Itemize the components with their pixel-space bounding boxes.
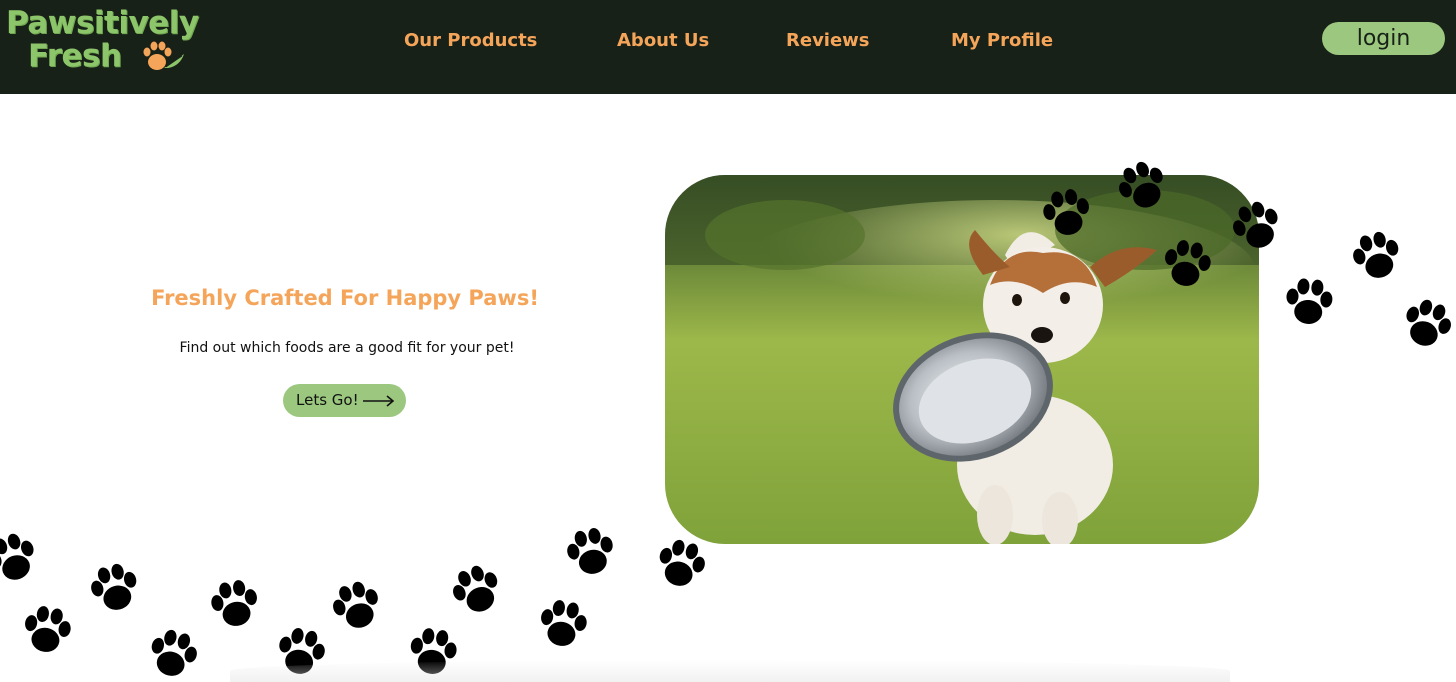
paw-leaf-icon [143, 41, 184, 70]
lets-go-label: Lets Go! [296, 391, 359, 409]
brand-name-line1: Pawsitively [6, 5, 199, 41]
brand-logo[interactable]: Pawsitively Fresh [6, 6, 226, 76]
paw-print-icon [563, 524, 618, 579]
nav-about-us[interactable]: About Us [617, 28, 709, 54]
dog-with-bowl-photo [665, 175, 1259, 544]
paw-print-icon [86, 559, 143, 616]
lets-go-button[interactable]: Lets Go! [283, 384, 406, 417]
paw-print-icon [1040, 186, 1094, 239]
hero-photo [665, 175, 1259, 544]
hero-subtitle: Find out which foods are a good fit for … [179, 340, 515, 356]
nav-our-products[interactable]: Our Products [404, 28, 537, 54]
nav-my-profile[interactable]: My Profile [951, 28, 1053, 54]
nav-reviews[interactable]: Reviews [786, 28, 870, 54]
paw-print-icon [1398, 294, 1456, 353]
long-arrow-right-icon [363, 395, 395, 407]
brand-name-line2: Fresh [28, 38, 122, 74]
hero-title: Freshly Crafted For Happy Paws! [151, 286, 539, 310]
paw-print-icon [1348, 227, 1405, 284]
login-button[interactable]: login [1322, 22, 1445, 55]
paw-print-icon [1160, 237, 1214, 290]
paw-print-icon [0, 528, 42, 587]
site-header: Pawsitively Fresh Our Products About Us … [0, 0, 1456, 94]
section-divider [230, 660, 1230, 682]
paw-print-icon [20, 603, 74, 656]
paw-print-icon [536, 597, 590, 650]
paw-print-icon [1284, 277, 1335, 326]
paw-print-icon [208, 577, 262, 630]
paw-print-icon [145, 625, 202, 682]
paw-print-icon [446, 560, 507, 620]
